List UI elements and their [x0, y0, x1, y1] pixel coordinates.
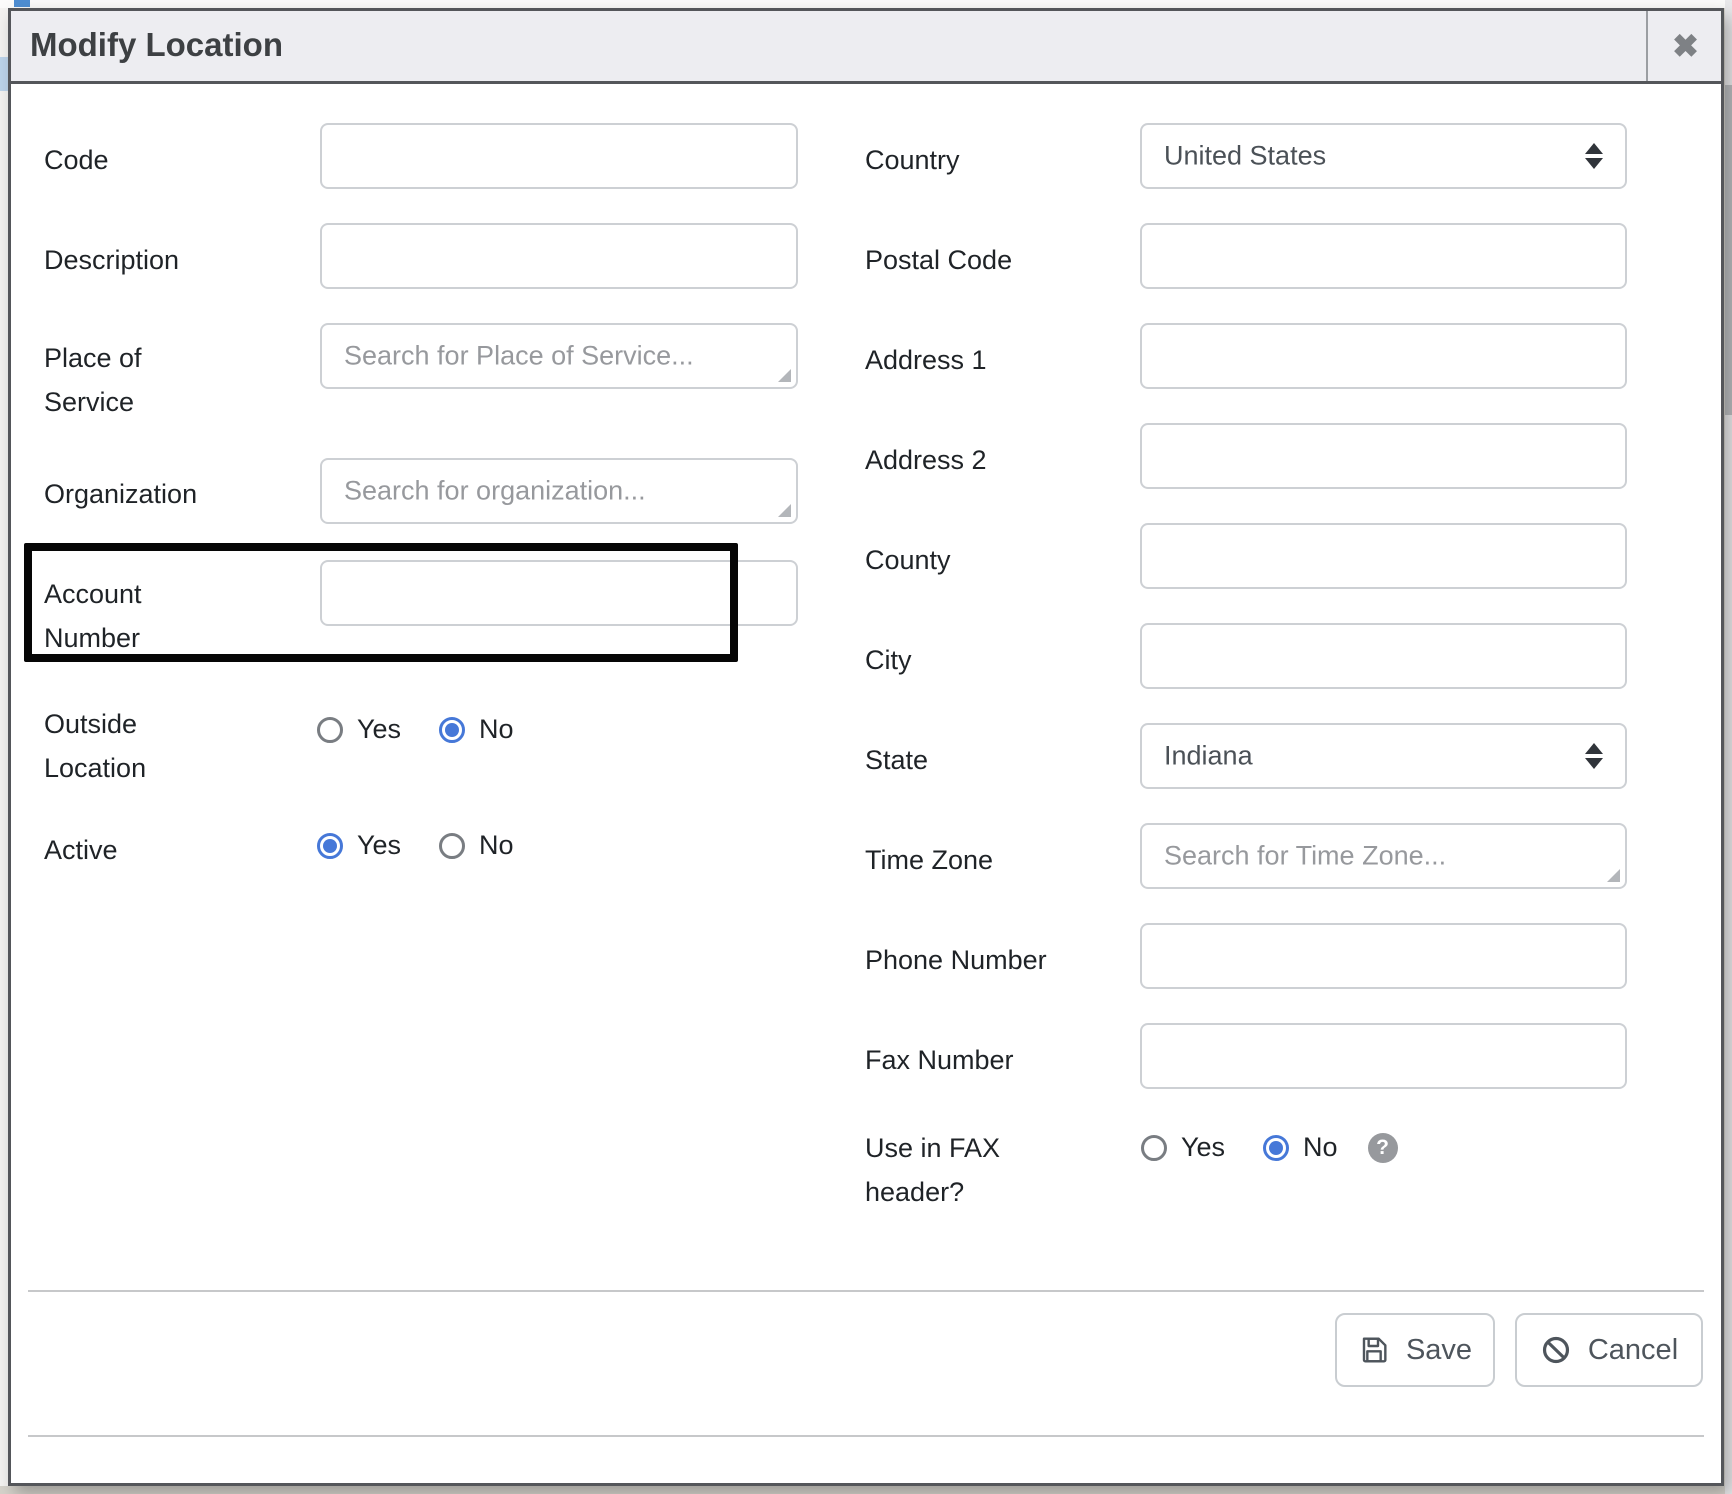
radio-selected-icon[interactable]	[439, 717, 465, 743]
active-yes-option[interactable]: Yes	[317, 830, 401, 861]
county-label: County	[865, 538, 1070, 582]
page-behind-artifact	[0, 57, 8, 91]
state-label: State	[865, 738, 1070, 782]
radio-unselected-icon[interactable]	[1141, 1135, 1167, 1161]
active-label: Active	[44, 828, 234, 872]
place-of-service-label: Place of Service	[44, 336, 234, 424]
close-icon: ✖	[1672, 27, 1699, 65]
radio-unselected-icon[interactable]	[317, 717, 343, 743]
time-zone-search[interactable]: Search for Time Zone...	[1140, 823, 1627, 889]
cancel-button[interactable]: Cancel	[1515, 1313, 1703, 1387]
radio-selected-icon[interactable]	[1263, 1135, 1289, 1161]
dialog-title: Modify Location	[30, 26, 283, 64]
outside-location-radio-group: Yes No	[317, 714, 514, 745]
address2-input[interactable]	[1140, 423, 1627, 489]
city-label: City	[865, 638, 1070, 682]
page-scrollbar-thumb[interactable]	[1725, 85, 1732, 415]
use-in-fax-header-yes-option[interactable]: Yes	[1141, 1132, 1225, 1163]
resize-grip-icon	[778, 369, 791, 382]
organization-search[interactable]: Search for organization...	[320, 458, 798, 524]
address1-input[interactable]	[1140, 323, 1627, 389]
save-button-label: Save	[1406, 1334, 1472, 1367]
use-in-fax-header-label: Use in FAX header?	[865, 1126, 1070, 1214]
page-behind-top-strip	[0, 0, 1725, 8]
resize-grip-icon	[1607, 869, 1620, 882]
footer-top-divider	[28, 1290, 1704, 1292]
postal-code-input[interactable]	[1140, 223, 1627, 289]
county-input[interactable]	[1140, 523, 1627, 589]
page-behind-artifact	[14, 0, 30, 7]
code-label: Code	[44, 138, 234, 182]
address2-label: Address 2	[865, 438, 1070, 482]
radio-unselected-icon[interactable]	[439, 833, 465, 859]
organization-label: Organization	[44, 472, 234, 516]
organization-placeholder: Search for organization...	[344, 476, 646, 507]
place-of-service-search[interactable]: Search for Place of Service...	[320, 323, 798, 389]
fax-number-input[interactable]	[1140, 1023, 1627, 1089]
description-label: Description	[44, 238, 234, 282]
address1-label: Address 1	[865, 338, 1070, 382]
active-radio-group: Yes No	[317, 830, 514, 861]
page-behind-left-strip	[0, 0, 8, 1486]
active-no-option[interactable]: No	[439, 830, 514, 861]
account-number-input[interactable]	[320, 560, 798, 626]
time-zone-placeholder: Search for Time Zone...	[1164, 841, 1446, 872]
phone-number-input[interactable]	[1140, 923, 1627, 989]
country-select[interactable]: United States	[1140, 123, 1627, 189]
state-select[interactable]: Indiana	[1140, 723, 1627, 789]
postal-code-label: Postal Code	[865, 238, 1070, 282]
fax-number-label: Fax Number	[865, 1038, 1070, 1082]
save-floppy-icon	[1358, 1334, 1390, 1366]
select-spinner-icon	[1585, 743, 1603, 769]
save-button[interactable]: Save	[1335, 1313, 1495, 1387]
code-input[interactable]	[320, 123, 798, 189]
description-input[interactable]	[320, 223, 798, 289]
account-number-label: Account Number	[44, 572, 234, 660]
footer-bottom-divider	[28, 1435, 1704, 1437]
place-of-service-placeholder: Search for Place of Service...	[344, 341, 694, 372]
use-in-fax-header-no-option[interactable]: No	[1263, 1132, 1338, 1163]
cancel-ban-icon	[1540, 1334, 1572, 1366]
close-button[interactable]: ✖	[1646, 11, 1723, 81]
radio-selected-icon[interactable]	[317, 833, 343, 859]
cancel-button-label: Cancel	[1588, 1334, 1678, 1367]
select-spinner-icon	[1585, 143, 1603, 169]
help-icon[interactable]: ?	[1368, 1133, 1398, 1163]
use-in-fax-header-radio-group: Yes No ?	[1141, 1132, 1398, 1163]
country-label: Country	[865, 138, 1070, 182]
time-zone-label: Time Zone	[865, 838, 1070, 882]
state-select-value: Indiana	[1164, 741, 1253, 772]
resize-grip-icon	[778, 504, 791, 517]
country-select-value: United States	[1164, 141, 1326, 172]
city-input[interactable]	[1140, 623, 1627, 689]
outside-location-no-option[interactable]: No	[439, 714, 514, 745]
outside-location-label: Outside Location	[44, 702, 234, 790]
outside-location-yes-option[interactable]: Yes	[317, 714, 401, 745]
phone-number-label: Phone Number	[865, 938, 1070, 982]
